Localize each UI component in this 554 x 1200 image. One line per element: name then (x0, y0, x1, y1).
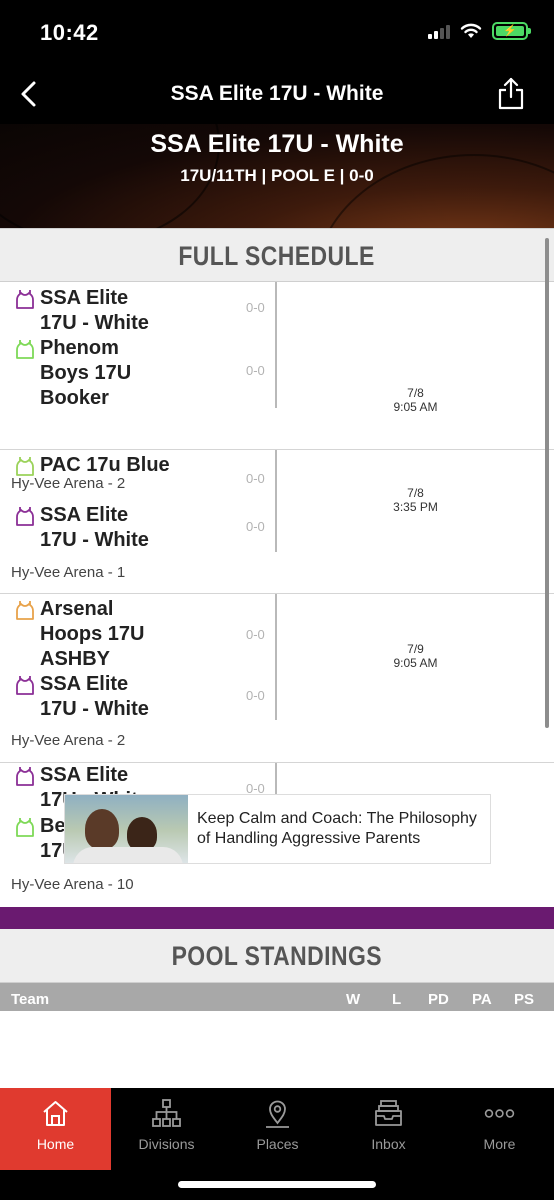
tab-label: Home (36, 1136, 75, 1152)
status-bar: 10:42 ⚡ (0, 0, 554, 64)
game-time: 3:35 PM (393, 500, 438, 514)
more-dots-icon (484, 1109, 515, 1118)
share-icon[interactable] (496, 76, 526, 110)
pool-standings-header: POOL STANDINGS (0, 929, 554, 983)
team-subtitle: 17U/11TH | POOL E | 0-0 (180, 166, 374, 185)
game-venue: Hy-Vee Arena - 1 (11, 564, 126, 581)
game-date: 7/8 (407, 386, 424, 400)
game-datetime: 7/9 9:05 AM (277, 642, 554, 670)
tab-label: Divisions (138, 1136, 195, 1152)
team-record: 0-0 (246, 627, 265, 642)
team-name: SSA Elite 17U - White (40, 673, 149, 720)
tab-inbox[interactable]: Inbox (333, 1088, 444, 1170)
jersey-icon (16, 507, 34, 526)
team-record: 0-0 (246, 688, 265, 703)
team-name: PAC 17u Blue (40, 454, 170, 476)
game-date: 7/9 (407, 642, 424, 656)
home-icon (43, 1101, 68, 1126)
game-venue: Hy-Vee Arena - 10 (11, 876, 134, 893)
team-record: 0-0 (246, 300, 265, 315)
jersey-icon (16, 676, 34, 695)
inbox-icon (375, 1100, 402, 1126)
team-name: Arsenal Hoops 17U ASHBY (40, 598, 145, 670)
full-schedule-header: FULL SCHEDULE (0, 228, 554, 282)
game-card[interactable]: SSA Elite 17U - White 0-0 Phenom Boys 17… (0, 282, 554, 492)
jersey-icon (16, 767, 34, 786)
tab-places[interactable]: Places (222, 1088, 333, 1170)
standings-table-header: Team W L PD PA PS (0, 983, 554, 1011)
column-points-against: PA (472, 991, 492, 1008)
game-venue: Hy-Vee Arena - 2 (11, 732, 126, 749)
tab-more[interactable]: More (444, 1088, 554, 1170)
ad-banner[interactable]: Keep Calm and Coach: The Philosophy of H… (64, 794, 491, 864)
jersey-icon (16, 340, 34, 359)
nav-title: SSA Elite 17U - White (170, 82, 384, 105)
jersey-icon (16, 290, 34, 309)
team-content-scroll[interactable]: FULL SCHEDULE SSA Elite 17U - White 0-0 … (0, 228, 554, 1088)
team-record: 0-0 (246, 519, 265, 534)
jersey-icon (16, 601, 34, 620)
jersey-icon (16, 818, 34, 837)
scrollbar[interactable] (545, 238, 549, 728)
team-name: Phenom Boys 17U Booker (40, 337, 132, 409)
column-points-scored: PS (514, 991, 535, 1008)
column-point-diff: PD (428, 991, 449, 1008)
tab-label: More (483, 1136, 516, 1152)
game-time: 9:05 AM (393, 656, 438, 670)
cellular-signal-icon (428, 23, 450, 39)
team-name: SSA Elite 17U - White (40, 504, 149, 551)
team-record: 0-0 (246, 363, 265, 378)
jersey-icon (16, 457, 34, 476)
team-hero-banner: SSA Elite 17U - White 17U/11TH | POOL E … (0, 124, 554, 228)
tab-label: Places (256, 1136, 299, 1152)
ad-headline: Keep Calm and Coach: The Philosophy of H… (197, 810, 477, 847)
home-indicator (178, 1181, 376, 1188)
status-time: 10:42 (40, 20, 99, 45)
team-record: 0-0 (246, 471, 265, 486)
team-name: SSA Elite 17U - White (40, 287, 149, 334)
game-date: 7/8 (407, 486, 424, 500)
game-datetime: 7/8 3:35 PM (277, 486, 554, 514)
ad-image (65, 795, 188, 863)
tab-home[interactable]: Home (0, 1088, 111, 1170)
team-title: SSA Elite 17U - White (150, 130, 404, 158)
tab-divisions[interactable]: Divisions (111, 1088, 222, 1170)
column-team: Team (11, 991, 50, 1008)
status-icons: ⚡ (428, 22, 531, 40)
map-pin-icon (266, 1100, 289, 1128)
battery-charging-icon: ⚡ (492, 22, 531, 40)
game-time: 9:05 AM (393, 400, 438, 414)
section-divider-band (0, 907, 554, 929)
column-wins: W (346, 991, 361, 1008)
wifi-icon (460, 23, 482, 38)
navigation-bar: SSA Elite 17U - White (0, 64, 554, 124)
tab-label: Inbox (371, 1136, 406, 1152)
column-losses: L (392, 991, 402, 1008)
hierarchy-icon (152, 1099, 181, 1127)
game-card[interactable]: Arsenal Hoops 17U ASHBY 0-0 SSA Elite 17… (0, 594, 554, 763)
game-datetime: 7/8 9:05 AM (277, 386, 554, 414)
game-card[interactable]: PAC 17u Blue 0-0 SSA Elite 17U - White 0… (0, 450, 554, 594)
